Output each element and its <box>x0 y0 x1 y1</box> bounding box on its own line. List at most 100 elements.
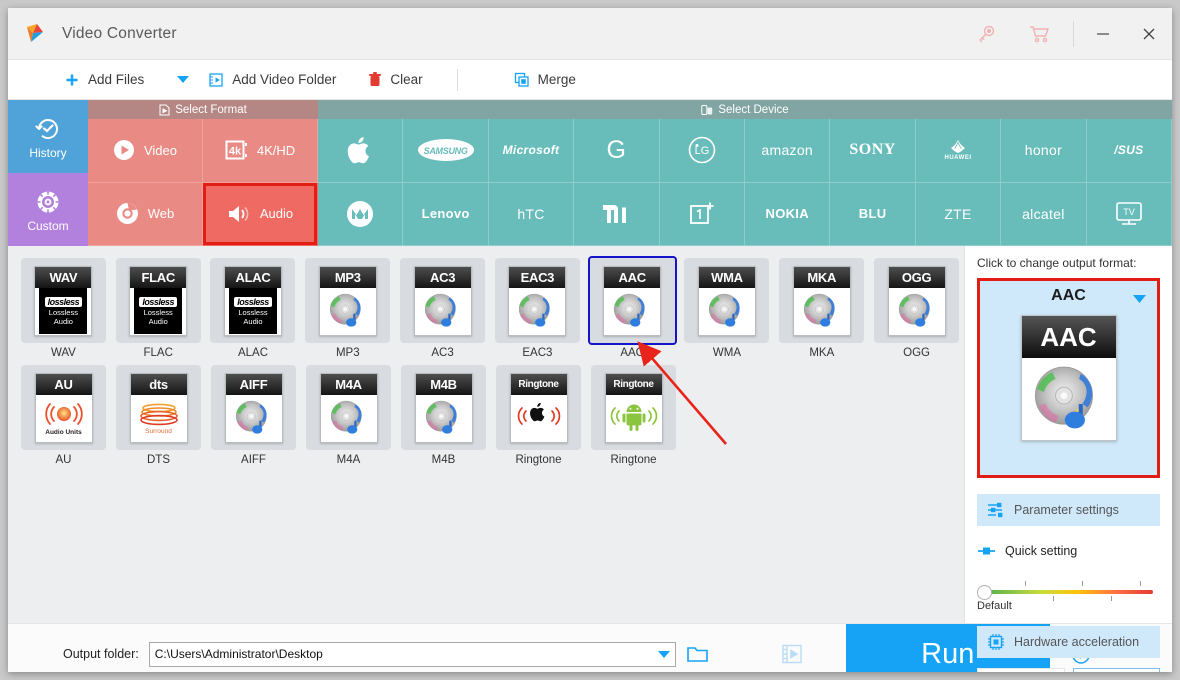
file-video-icon <box>159 104 170 115</box>
device-brand-alcatel[interactable]: alcatel <box>1001 182 1087 246</box>
parameter-settings-button[interactable]: Parameter settings <box>977 494 1160 526</box>
format-badge: M4B <box>415 373 472 395</box>
output-format-box[interactable]: AAC AAC <box>977 278 1160 478</box>
add-files-label: Add Files <box>88 72 145 87</box>
format-art: Surround <box>130 394 187 442</box>
device-brand-grid: SAMSUNG Microsoft G LG amazon SONY HUAWEI honor… <box>318 119 1172 246</box>
category-video[interactable]: Video <box>88 119 203 183</box>
output-folder-input[interactable] <box>149 647 653 661</box>
format-art <box>415 394 472 442</box>
format-tile-m4a[interactable]: M4A M4A <box>301 365 396 466</box>
main-body: WAV lossless Lossless Audio WAV FLAC lossless L… <box>8 246 1172 672</box>
brand-wordmark: Microsoft <box>502 143 560 158</box>
browse-folder-button[interactable] <box>676 644 720 664</box>
format-tile-thumbnail: AC3 <box>400 258 486 343</box>
category-4k-hd[interactable]: 4k 4K/HD <box>203 119 318 183</box>
format-file-icon: OGG <box>887 265 946 336</box>
device-brand-blu[interactable]: BLU <box>830 182 916 246</box>
format-tile-ringtone-android[interactable]: Ringtone Ringtone <box>586 365 681 466</box>
format-tile-ogg[interactable]: OGG OGG <box>869 258 964 359</box>
format-file-icon: AU Audio Units <box>34 372 93 443</box>
device-brand-amazon[interactable]: amazon <box>745 119 831 183</box>
sidebar-item-custom[interactable]: Custom <box>8 173 88 246</box>
preview-button[interactable] <box>770 643 814 665</box>
quality-slider[interactable]: Default <box>977 578 1160 618</box>
clear-button[interactable]: Clear <box>368 60 423 100</box>
device-brand-nokia[interactable]: NOKIA <box>745 182 831 246</box>
hardware-acceleration-label: Hardware acceleration <box>1014 635 1140 649</box>
add-video-folder-button[interactable]: Add Video Folder <box>208 60 336 100</box>
format-file-icon: MKA <box>792 265 851 336</box>
device-brand-xiaomi[interactable] <box>574 182 660 246</box>
select-device-panel: Select Device SAMSUNG Microsoft G LG amazon S… <box>318 100 1172 246</box>
format-tile-flac[interactable]: FLAC lossless Lossless Audio FLAC <box>111 258 206 359</box>
device-brand-lenovo[interactable]: Lenovo <box>403 182 489 246</box>
format-tile-ringtone-apple[interactable]: Ringtone Ringtone <box>491 365 586 466</box>
output-folder-dropdown-icon[interactable] <box>653 650 675 659</box>
device-brand-asus[interactable]: /SUS <box>1086 119 1172 183</box>
audio-units-art: Audio Units <box>44 401 84 436</box>
lossless-word: lossless <box>44 296 83 307</box>
device-brand-honor[interactable]: honor <box>1001 119 1087 183</box>
format-tile-m4b[interactable]: M4B M4B <box>396 365 491 466</box>
device-brand-sony[interactable]: SONY <box>830 119 916 183</box>
dts-art: Surround <box>137 401 181 435</box>
device-brand-samsung[interactable]: SAMSUNG <box>403 119 489 183</box>
select-format-panel: Select Format Video 4k 4K/HD Web Audio <box>88 100 318 246</box>
minimize-icon[interactable] <box>1080 8 1126 60</box>
merge-button[interactable]: Merge <box>514 60 576 100</box>
device-brand-motorola[interactable] <box>318 182 404 246</box>
run-label: Run <box>921 637 975 670</box>
hardware-acceleration-button[interactable]: Hardware acceleration <box>977 626 1160 658</box>
close-icon[interactable] <box>1126 8 1172 60</box>
format-tile-aac[interactable]: AAC AAC <box>585 258 680 359</box>
add-files-dropdown-icon[interactable] <box>166 75 200 84</box>
output-folder-field[interactable] <box>148 641 676 667</box>
intel-button[interactable]: intel Intel <box>1072 668 1160 672</box>
format-tile-mka[interactable]: MKA MKA <box>774 258 869 359</box>
sliders-icon <box>988 502 1003 518</box>
device-brand-htc[interactable]: hTC <box>488 182 575 246</box>
device-brand-google[interactable]: G <box>574 119 660 183</box>
sidebar-item-history-label: History <box>29 145 67 160</box>
add-files-button[interactable]: Add Files <box>64 60 144 100</box>
device-brand-huawei[interactable]: HUAWEI <box>915 119 1002 183</box>
format-file-icon: AIFF <box>224 372 283 443</box>
sidebar-item-history[interactable]: History <box>8 100 88 173</box>
devices-icon <box>701 104 713 115</box>
format-tile-eac3[interactable]: EAC3 EAC3 <box>490 258 585 359</box>
format-tile-au[interactable]: AU Audio Units AU <box>16 365 111 466</box>
format-tile-dts[interactable]: dts Surround DTS <box>111 365 206 466</box>
quick-setting-row[interactable]: Quick setting <box>977 544 1160 558</box>
format-tile-thumbnail: WMA <box>684 258 770 343</box>
cd-note-icon <box>614 293 645 327</box>
device-brand-apple[interactable] <box>318 119 404 183</box>
format-tile-wma[interactable]: WMA WMA <box>680 258 775 359</box>
device-brand-microsoft[interactable]: Microsoft <box>488 119 575 183</box>
format-tile-wav[interactable]: WAV lossless Lossless Audio WAV <box>16 258 111 359</box>
cart-icon[interactable] <box>1013 8 1067 60</box>
category-audio[interactable]: Audio <box>203 182 318 246</box>
lossless-badge: lossless Lossless Audio <box>39 288 88 334</box>
device-brand-zte[interactable]: ZTE <box>915 182 1002 246</box>
nvidia-button[interactable]: NVIDIA <box>977 668 1065 672</box>
slider-tick <box>1053 596 1054 601</box>
format-tile-label: OGG <box>903 347 930 359</box>
device-brand-oneplus[interactable] <box>659 182 745 246</box>
format-tile-aiff[interactable]: AIFF AIFF <box>206 365 301 466</box>
format-art <box>793 287 850 335</box>
category-web[interactable]: Web <box>88 182 203 246</box>
device-brand-lg[interactable]: LG <box>659 119 745 183</box>
key-icon[interactable] <box>959 8 1013 60</box>
format-tile-mp3[interactable]: MP3 MP3 <box>300 258 395 359</box>
toolbar-divider <box>1073 21 1074 47</box>
lossless-word: lossless <box>234 296 272 307</box>
format-tile-alac[interactable]: ALAC lossless Lossless Audio ALAC <box>206 258 301 359</box>
format-badge: AAC <box>604 266 661 288</box>
device-brand-tv[interactable]: TV <box>1086 182 1172 246</box>
slider-handle[interactable] <box>977 585 992 600</box>
acceleration-options: NVIDIA intel Intel <box>977 668 1160 672</box>
format-tile-ac3[interactable]: AC3 AC3 <box>395 258 490 359</box>
slider-track[interactable] <box>985 590 1153 594</box>
chevron-down-icon[interactable] <box>1132 291 1147 309</box>
